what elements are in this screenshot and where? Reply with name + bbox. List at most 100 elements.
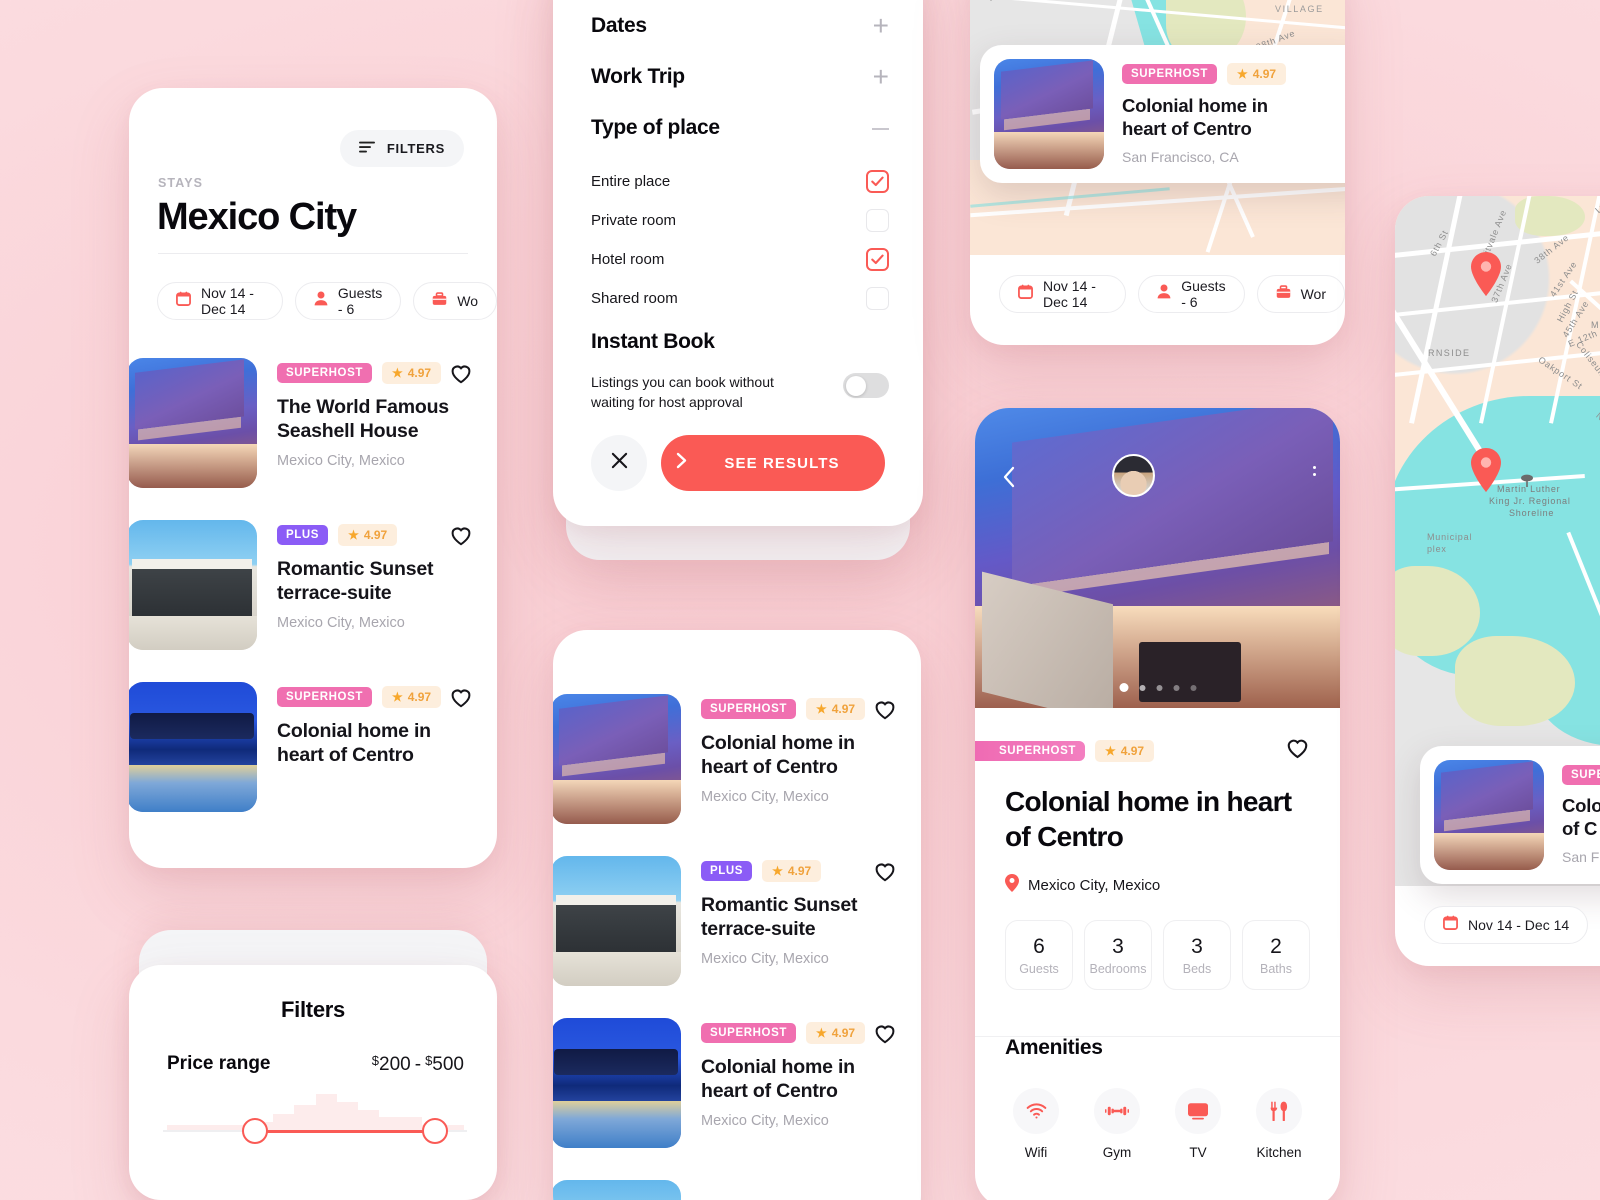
- favorite-button[interactable]: [449, 524, 473, 548]
- listing-title: Romantic Sunset terrace-suite: [701, 894, 858, 941]
- favorite-button[interactable]: [449, 686, 473, 710]
- chip-guests[interactable]: Guests - 6: [1138, 275, 1245, 313]
- filter-section-dates[interactable]: Dates +: [591, 11, 889, 39]
- listing-photo: [553, 856, 681, 986]
- price-histogram: [167, 1085, 465, 1131]
- map-label: M: [1591, 320, 1600, 330]
- stays-search-screen: FILTERS STAYS Mexico City Nov 14 - Dec 1…: [129, 88, 497, 868]
- listing-photo: [129, 358, 257, 488]
- rating-value: 4.97: [1120, 744, 1145, 758]
- amenity-tv[interactable]: TV: [1167, 1088, 1229, 1160]
- back-button[interactable]: [1002, 466, 1016, 493]
- chip-work-trip[interactable]: Wor: [1256, 275, 1345, 313]
- checkbox-unchecked[interactable]: [866, 209, 889, 232]
- close-icon: [611, 452, 628, 474]
- listing-location: Mexico City, Mexico: [701, 1113, 829, 1130]
- map-pin-icon[interactable]: [1469, 448, 1503, 492]
- map-pin-icon[interactable]: [1469, 252, 1503, 296]
- chip-dates[interactable]: Nov 14 - Dec 14: [157, 282, 283, 320]
- plus-icon[interactable]: +: [873, 11, 889, 39]
- chip-work-trip-label: Wor: [1300, 286, 1326, 302]
- listing-location: Mexico City, Mexico: [701, 789, 829, 806]
- star-icon: ★: [1104, 744, 1116, 758]
- rating-value: 4.97: [1252, 66, 1277, 81]
- listing-location-row: Mexico City, Mexico: [1005, 874, 1310, 897]
- list-item[interactable]: SUPERHOST ★ 4.97 The World Famous Seashe…: [129, 358, 497, 488]
- minus-icon[interactable]: [872, 128, 889, 130]
- favorite-button[interactable]: [449, 362, 473, 386]
- checkbox-row-private-room[interactable]: Private room: [591, 201, 889, 240]
- checkbox-row-hotel-room[interactable]: Hotel room: [591, 240, 889, 279]
- map-place-card[interactable]: SUPERHOST ★ 4.97 Colonial home in heart …: [980, 45, 1345, 183]
- listing-location: Mexico City, Mexico: [277, 615, 405, 632]
- chip-guests[interactable]: Guests - 6: [294, 282, 402, 320]
- star-icon: ★: [391, 366, 403, 380]
- price-slider-handle-min[interactable]: [242, 1118, 268, 1144]
- instant-book-heading: Instant Book: [591, 330, 715, 353]
- checkbox-label: Private room: [591, 212, 677, 229]
- favorite-button[interactable]: [873, 860, 897, 884]
- amenity-gym[interactable]: Gym: [1086, 1088, 1148, 1160]
- listing-title: The World Famous Seashell House: [277, 396, 449, 443]
- chip-guests-label: Guests - 6: [337, 285, 383, 317]
- plus-icon[interactable]: +: [873, 62, 889, 90]
- list-item[interactable]: SUPERHOST ★ 4.97 Colonial home in heart …: [553, 1018, 921, 1148]
- checkbox-row-entire-place[interactable]: Entire place: [591, 162, 889, 201]
- list-item[interactable]: SUPERHOST ★ 4.97 Colonial home in heart …: [129, 682, 497, 812]
- checkbox-label: Shared room: [591, 290, 678, 307]
- see-results-button[interactable]: SEE RESULTS: [661, 435, 885, 491]
- stats-row: 6 Guests 3 Bedrooms 3 Beds 2 Baths: [1005, 920, 1310, 990]
- stat-value: 3: [1191, 934, 1203, 958]
- checkbox-checked[interactable]: [866, 170, 889, 193]
- status-badge: SUPERHOST: [277, 687, 372, 707]
- map-place-card[interactable]: SUPE Colo of C San F: [1420, 746, 1600, 884]
- checkbox-unchecked[interactable]: [866, 287, 889, 310]
- checkbox-checked[interactable]: [866, 248, 889, 271]
- checkbox-label: Entire place: [591, 173, 671, 190]
- listing-title: Colonial home in heart of Centro: [277, 720, 431, 767]
- chip-dates[interactable]: Nov 14 - Dec 14: [999, 275, 1127, 313]
- instant-book-toggle[interactable]: [843, 373, 889, 398]
- filter-section-type-of-place[interactable]: Type of place: [591, 116, 889, 140]
- stat-bedrooms: 3 Bedrooms: [1084, 920, 1152, 990]
- wifi-icon: [1013, 1088, 1059, 1134]
- listing-title: Colonial home in heart of Centro: [701, 732, 855, 779]
- rating-badge: ★ 4.97: [381, 362, 442, 384]
- title-divider: [158, 253, 468, 254]
- calendar-icon: [1018, 284, 1033, 304]
- listing-detail-screen: SUPERHOST ★ 4.97 Colonial home in heart …: [975, 408, 1340, 1200]
- status-badge: SUPERHOST: [975, 741, 1085, 761]
- price-min-prefix: $: [371, 1053, 380, 1068]
- options-icon[interactable]: [1313, 466, 1316, 476]
- page-title: Mexico City: [157, 196, 357, 238]
- person-icon: [314, 291, 328, 311]
- rating-badge: ★ 4.97: [381, 686, 442, 708]
- stat-label: Guests: [1019, 961, 1059, 976]
- avatar[interactable]: [1112, 454, 1155, 497]
- rating-badge: ★ 4.97: [1094, 740, 1155, 762]
- list-item[interactable]: PLUS ★ 4.97 Romantic Sunset terrace-suit…: [553, 856, 921, 986]
- chip-work-trip[interactable]: Wo: [413, 282, 497, 320]
- filters-button[interactable]: FILTERS: [339, 130, 464, 167]
- checkbox-row-shared-room[interactable]: Shared room: [591, 279, 889, 318]
- rating-badge: ★ 4.97: [762, 860, 822, 882]
- favorite-button[interactable]: [1285, 736, 1310, 766]
- amenity-kitchen[interactable]: Kitchen: [1248, 1088, 1310, 1160]
- list-item[interactable]: SUPERHOST ★ 4.97 Colonial home in heart …: [553, 694, 921, 824]
- listings-list: SUPERHOST ★ 4.97 The World Famous Seashe…: [129, 358, 497, 812]
- dumbbell-icon: [1094, 1088, 1140, 1134]
- carousel-dots[interactable]: [1119, 683, 1196, 692]
- price-slider-handle-max[interactable]: [422, 1118, 449, 1144]
- chip-dates[interactable]: Nov 14 - Dec 14: [1424, 906, 1589, 944]
- favorite-button[interactable]: [873, 1022, 897, 1046]
- favorite-button[interactable]: [873, 698, 897, 722]
- status-badge: PLUS: [277, 525, 329, 545]
- star-icon: ★: [348, 528, 359, 542]
- amenity-wifi[interactable]: Wifi: [1005, 1088, 1067, 1160]
- tree-icon: [1521, 474, 1533, 492]
- filters-close-button[interactable]: [591, 435, 647, 491]
- list-item[interactable]: PLUS ★ 4.97 Romantic Sunset terrace-suit…: [129, 520, 497, 650]
- listing-location: San Francisco, CA: [1122, 149, 1239, 166]
- filter-section-work-trip[interactable]: Work Trip +: [591, 62, 889, 90]
- list-item[interactable]: [553, 1180, 921, 1200]
